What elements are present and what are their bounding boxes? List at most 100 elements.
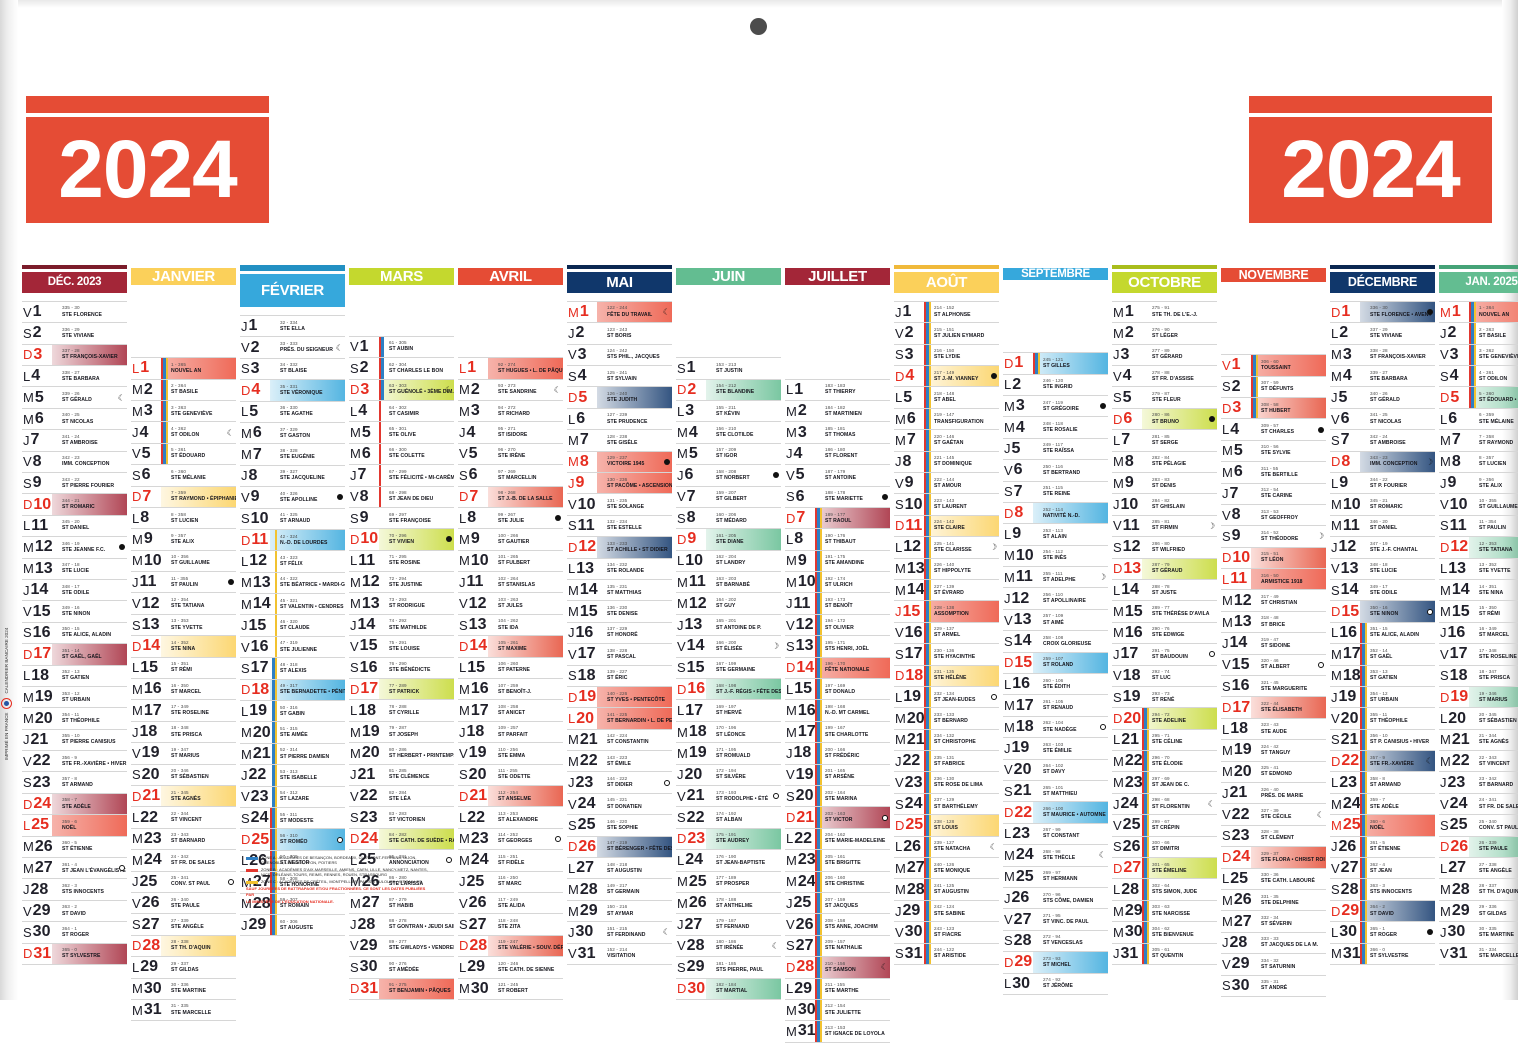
day-row[interactable]: S2525 - 340CONV. ST PAUL	[1439, 814, 1518, 835]
day-row[interactable]: J28362 - 3STS INNOCENTS	[22, 878, 127, 899]
day-row[interactable]: V24145 - 221ST DONATIEN	[567, 793, 672, 814]
day-row[interactable]: J13165 - 201ST ANTOINE DE P.	[676, 614, 781, 635]
day-row[interactable]: M13226 - 140ST HIPPOLYTE	[894, 558, 999, 579]
day-row[interactable]: D27301 - 65STE ÉMELINE	[1112, 857, 1217, 878]
day-row[interactable]: J18109 - 257ST PARFAIT	[458, 721, 563, 742]
day-row[interactable]: L9344 - 22ST P. FOURIER	[1330, 472, 1435, 493]
day-row[interactable]: V2215 - 151ST JULIEN EYMARD	[894, 322, 999, 343]
day-row[interactable]: S16321 - 45STE MARGUERITE	[1221, 675, 1326, 696]
day-row[interactable]: L2222 - 344ST VINCENT	[131, 806, 236, 827]
day-row[interactable]: J2960 - 306ST AUGUSTE	[240, 914, 345, 935]
day-row[interactable]: L1950 - 316ST GABIN	[240, 700, 345, 721]
day-row[interactable]: D20294 - 72STE ADELINE	[1112, 707, 1217, 728]
day-row[interactable]: S11132 - 234STE ESTELLE	[567, 515, 672, 536]
day-row[interactable]: S1111 - 354ST PAULIN	[1439, 515, 1518, 536]
day-row[interactable]: D2154 - 212STE BLANDINE	[676, 379, 781, 400]
day-row[interactable]: M394 - 272ST RICHARD14	[458, 400, 563, 421]
day-row[interactable]: M15136 - 230STE DENISE20	[567, 600, 672, 621]
day-row[interactable]: L16351 - 15STE ALICE, ALADIN	[1330, 622, 1435, 643]
day-row[interactable]: S29181 - 185STS PIERRE, PAUL	[676, 956, 781, 977]
day-row[interactable]: L15106 - 260ST PATERNE	[458, 657, 563, 678]
day-row[interactable]: M2222 - 343ST VINCENT4	[1439, 750, 1518, 771]
day-row[interactable]: L28302 - 64STS SIMON, JUDE	[1112, 878, 1217, 899]
day-row[interactable]: J2323 - 342ST BARNARD	[1439, 771, 1518, 792]
day-row[interactable]: J1616 - 349ST MARCEL	[1439, 622, 1518, 643]
day-row[interactable]: J19263 - 103STE ÉMILIE	[1003, 737, 1108, 758]
day-row[interactable]: J2181 - 285STE CLÉMENCE	[349, 764, 454, 785]
day-row[interactable]: D13287 - 79ST GÉRAUD	[1112, 558, 1217, 579]
day-row[interactable]: S7251 - 115STE REINE	[1003, 481, 1108, 502]
day-row[interactable]: S14258 - 108CROIX GLORIEUSE	[1003, 630, 1108, 651]
day-row[interactable]: S27118 - 248STE ZITA	[458, 913, 563, 934]
day-row[interactable]: M1414 - 351STE NINA	[1439, 579, 1518, 600]
day-row[interactable]: S24237 - 129ST BARTHÉLEMY	[894, 793, 999, 814]
day-row[interactable]: J12347 - 19STE J.-F. CHANTAL	[1330, 536, 1435, 557]
day-row[interactable]: M8129 - 237VICTOIRE 1945	[567, 451, 672, 472]
day-row[interactable]: J2525 - 341CONV. ST PAUL	[131, 871, 236, 892]
day-row[interactable]: M27361 - 4ST JEAN L'ÉVANGÉLISTE52	[22, 857, 127, 878]
day-row[interactable]: M1344 - 322STE BÉATRICE • MARDI-GRAS	[240, 572, 345, 593]
day-row[interactable]: V27271 - 95ST VINC. DE PAUL	[1003, 908, 1108, 929]
day-row[interactable]: S1153 - 213ST JUSTIN	[676, 357, 781, 378]
day-row[interactable]: J6158 - 208ST NORBERT	[676, 464, 781, 485]
day-row[interactable]: V22327 - 39STE CÉCILE☾	[1221, 803, 1326, 824]
day-row[interactable]: V8342 - 23IMM. CONCEPTION	[22, 451, 127, 472]
day-row[interactable]: S23357 - 8ST ARMAND	[22, 771, 127, 792]
day-row[interactable]: D2556 - 310ST ROMÉO	[240, 828, 345, 849]
day-row[interactable]: L7281 - 85ST SERGE	[1112, 429, 1217, 450]
day-row[interactable]: D4217 - 149ST J.-M. VIANNEY	[894, 365, 999, 386]
day-row[interactable]: S23328 - 38ST CLÉMENT	[1221, 825, 1326, 846]
day-row[interactable]: J26361 - 5ST ÉTIENNE	[1330, 836, 1435, 857]
day-row[interactable]: M22296 - 70STE ÉLODIE	[1112, 750, 1217, 771]
day-row[interactable]: M23297 - 69ST JEAN DE C.43	[1112, 771, 1217, 792]
day-row[interactable]: S31244 - 122ST ARISTIDE	[894, 943, 999, 964]
day-row[interactable]: D2121 - 345STE AGNÈS	[131, 785, 236, 806]
day-row[interactable]: S9343 - 22ST PIERRE FOURIER	[22, 472, 127, 493]
day-row[interactable]: D2828 - 338ST TH. D'AQUIN	[131, 935, 236, 956]
day-row[interactable]: L5218 - 148ST ABEL	[894, 386, 999, 407]
day-row[interactable]: J3277 - 89ST GÉRARD	[1112, 344, 1217, 365]
day-row[interactable]: L1243 - 323ST FÉLIX	[240, 550, 345, 571]
day-row[interactable]: S697 - 269ST MARCELLIN	[458, 464, 563, 485]
day-row[interactable]: V4278 - 88ST FR. D'ASSISE	[1112, 365, 1217, 386]
day-row[interactable]: M7220 - 146ST GAÉTAN32	[894, 429, 999, 450]
day-row[interactable]: M19353 - 12ST URBAIN	[22, 686, 127, 707]
day-row[interactable]: L66 - 359STE MÉLAINE☽	[1439, 408, 1518, 429]
day-row[interactable]: S15167 - 199STE GERMAINE	[676, 657, 781, 678]
day-row[interactable]: J44 - 362ST ODILON☾	[131, 421, 236, 442]
day-row[interactable]: S9314 - 52ST THÉODORE☽	[1221, 525, 1326, 546]
day-row[interactable]: M3338 - 28ST FRANÇOIS-XAVIER	[1330, 344, 1435, 365]
day-row[interactable]: M24268 - 98STE THÈCLE☾	[1003, 844, 1108, 865]
day-row[interactable]: S8160 - 206ST MÉDARD	[676, 507, 781, 528]
day-row[interactable]: M13318 - 48ST BRICE46	[1221, 611, 1326, 632]
day-row[interactable]: M16198 - 168N.-D. MT CARMEL	[785, 699, 890, 720]
day-row[interactable]: J11102 - 264ST STANISLAS	[458, 571, 563, 592]
day-row[interactable]: M21234 - 132ST CHRISTOPHE34	[894, 729, 999, 750]
day-row[interactable]: J27179 - 187ST FERNAND	[676, 913, 781, 934]
day-row[interactable]: M20233 - 133ST BERNARD	[894, 707, 999, 728]
month-header[interactable]: SEPTEMBRE	[1003, 268, 1108, 280]
day-row[interactable]: S28272 - 94ST VENCESLAS	[1003, 930, 1108, 951]
day-row[interactable]: M99 - 357STE ALIX	[131, 528, 236, 549]
day-row[interactable]: S7342 - 24ST AMBROISE	[1330, 429, 1435, 450]
day-row[interactable]: M1010 - 356ST GUILLAUME2	[131, 550, 236, 571]
month-header[interactable]: AOÛT	[894, 272, 999, 293]
day-row[interactable]: S3090 - 276ST AMÉDÉE	[349, 956, 454, 977]
day-row[interactable]: V161 - 305ST AUBIN	[349, 336, 454, 357]
day-row[interactable]: D1919 - 346ST MARIUS	[1439, 686, 1518, 707]
day-row[interactable]: D19140 - 226ST YVES • PENTECÔTE	[567, 686, 672, 707]
day-row[interactable]: S3216 - 150STE LYDIE	[894, 344, 999, 365]
day-row[interactable]: S2383 - 283ST VICTORIEN	[349, 806, 454, 827]
day-row[interactable]: J19354 - 12ST URBAIN	[1330, 686, 1435, 707]
day-row[interactable]: M11346 - 20ST DANIEL50	[1330, 515, 1435, 536]
day-row[interactable]: J7341 - 24ST AMBROISE	[22, 429, 127, 450]
day-row[interactable]: L29211 - 155STE MARTHE	[785, 978, 890, 999]
day-row[interactable]: M33 - 363STE GENEVIÈVE1	[131, 400, 236, 421]
day-row[interactable]: S2455 - 311ST MODESTE	[240, 807, 345, 828]
day-row[interactable]: M24359 - 7STE ADÈLE	[1330, 793, 1435, 814]
day-row[interactable]: M6311 - 55STE BERTILLE45	[1221, 461, 1326, 482]
day-row[interactable]: J2888 - 278ST GONTRAN • JEUDI SAINT	[349, 913, 454, 934]
day-row[interactable]: L4309 - 57ST CHARLES	[1221, 418, 1326, 439]
day-row[interactable]: M1717 - 349STE ROSELINE3	[131, 699, 236, 720]
day-row[interactable]: D15259 - 107ST ROLAND	[1003, 652, 1108, 673]
